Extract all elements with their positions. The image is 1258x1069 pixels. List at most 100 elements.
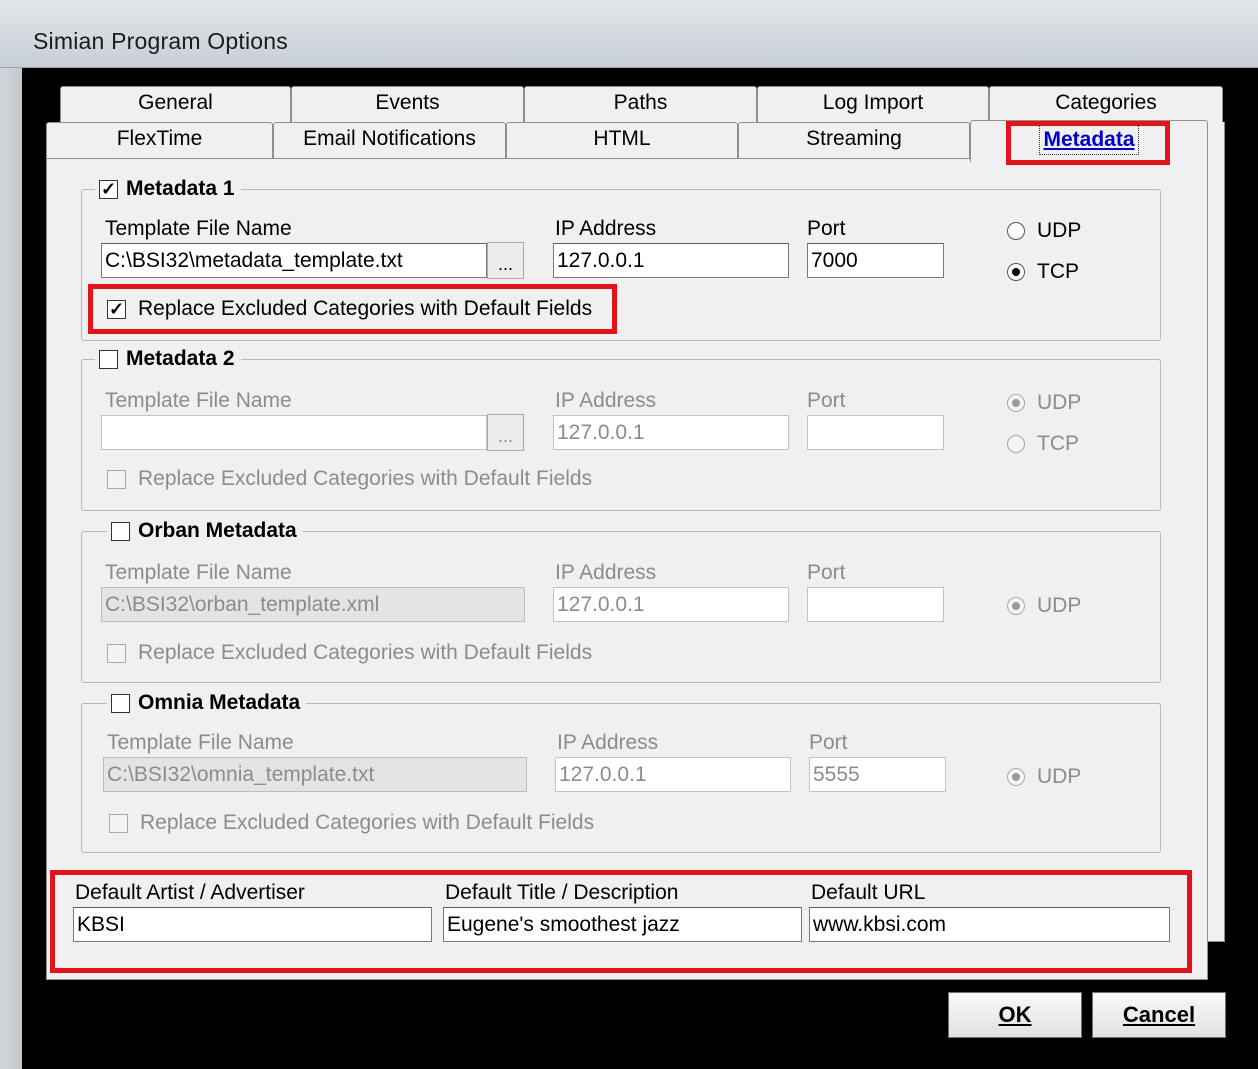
tab-label: Categories bbox=[1055, 91, 1157, 114]
radio-label: UDP bbox=[1037, 219, 1082, 242]
title-bar[interactable]: Simian Program Options bbox=[0, 0, 1258, 68]
metadata-2-replace-checkbox[interactable]: Replace Excluded Categories with Default… bbox=[107, 467, 592, 491]
radio-label: UDP bbox=[1037, 391, 1082, 414]
checkbox-icon: ✓ bbox=[107, 299, 126, 319]
metadata-2-template-field[interactable] bbox=[101, 415, 487, 450]
checkbox-icon bbox=[107, 469, 126, 489]
omnia-udp-radio[interactable]: UDP bbox=[1007, 765, 1081, 789]
tab-flextime[interactable]: FlexTime bbox=[46, 122, 273, 158]
default-artist-field[interactable]: KBSI bbox=[73, 907, 432, 942]
radio-label: UDP bbox=[1037, 765, 1082, 788]
orban-ip-field[interactable]: 127.0.0.1 bbox=[553, 587, 789, 622]
ip-label: IP Address bbox=[555, 389, 657, 412]
metadata-1-browse-button[interactable]: ... bbox=[487, 242, 524, 279]
radio-icon bbox=[1007, 394, 1025, 412]
template-label: Template File Name bbox=[107, 731, 294, 754]
tab-html[interactable]: HTML bbox=[506, 122, 738, 158]
tab-label: Events bbox=[375, 91, 440, 114]
group-title: Omnia Metadata bbox=[138, 691, 301, 714]
template-label: Template File Name bbox=[105, 389, 292, 412]
orban-port-field[interactable] bbox=[807, 587, 944, 622]
tab-email-notifications[interactable]: Email Notifications bbox=[273, 122, 506, 158]
radio-icon bbox=[1007, 263, 1025, 281]
tab-events[interactable]: Events bbox=[291, 86, 524, 122]
default-url-label: Default URL bbox=[811, 881, 926, 904]
orban-replace-checkbox[interactable]: Replace Excluded Categories with Default… bbox=[107, 641, 592, 665]
group-metadata-1-legend: ✓ Metadata 1 bbox=[95, 177, 241, 201]
checkbox-label: Replace Excluded Categories with Default… bbox=[138, 467, 593, 490]
checkbox-icon bbox=[107, 643, 126, 663]
default-title-field[interactable]: Eugene's smoothest jazz bbox=[443, 907, 802, 942]
metadata-1-ip-field[interactable]: 127.0.0.1 bbox=[553, 243, 789, 278]
radio-icon bbox=[1007, 768, 1025, 786]
metadata-1-udp-radio[interactable]: UDP bbox=[1007, 219, 1081, 243]
metadata-1-tcp-radio[interactable]: TCP bbox=[1007, 260, 1079, 284]
radio-icon bbox=[1007, 597, 1025, 615]
metadata-1-enable-checkbox[interactable]: ✓ bbox=[99, 179, 118, 199]
ip-label: IP Address bbox=[557, 731, 659, 754]
orban-enable-checkbox[interactable] bbox=[111, 521, 130, 541]
radio-icon bbox=[1007, 435, 1025, 453]
tab-categories[interactable]: Categories bbox=[989, 86, 1223, 122]
cancel-button[interactable]: Cancel bbox=[1092, 992, 1226, 1038]
omnia-port-field[interactable]: 5555 bbox=[809, 757, 946, 792]
metadata-2-udp-radio[interactable]: UDP bbox=[1007, 391, 1081, 415]
window-frame-left bbox=[0, 68, 22, 1069]
checkbox-label: Replace Excluded Categories with Default… bbox=[138, 297, 593, 320]
checkbox-label: Replace Excluded Categories with Default… bbox=[140, 811, 595, 834]
orban-template-field[interactable]: C:\BSI32\orban_template.xml bbox=[101, 587, 525, 622]
radio-label: UDP bbox=[1037, 594, 1082, 617]
group-title: Orban Metadata bbox=[138, 519, 297, 542]
tab-label: Log Import bbox=[822, 91, 924, 114]
tab-label: Streaming bbox=[806, 127, 902, 150]
tab-label: HTML bbox=[593, 127, 651, 150]
checkbox-label: Replace Excluded Categories with Default… bbox=[138, 641, 593, 664]
metadata-2-tcp-radio[interactable]: TCP bbox=[1007, 432, 1079, 456]
port-label: Port bbox=[807, 389, 846, 412]
tab-label: FlexTime bbox=[116, 127, 203, 150]
group-title: Metadata 1 bbox=[126, 177, 235, 200]
omnia-enable-checkbox[interactable] bbox=[111, 693, 130, 713]
port-label: Port bbox=[807, 217, 846, 240]
omnia-ip-field[interactable]: 127.0.0.1 bbox=[555, 757, 791, 792]
omnia-template-field[interactable]: C:\BSI32\omnia_template.txt bbox=[103, 757, 527, 792]
metadata-2-browse-button[interactable]: ... bbox=[487, 414, 524, 451]
tab-log-import[interactable]: Log Import bbox=[757, 86, 989, 122]
tab-general[interactable]: General bbox=[60, 86, 291, 122]
tab-label: General bbox=[138, 91, 213, 114]
tab-label-active: Metadata bbox=[1039, 125, 1139, 155]
ip-label: IP Address bbox=[555, 561, 657, 584]
default-url-field[interactable]: www.kbsi.com bbox=[809, 907, 1170, 942]
tab-streaming[interactable]: Streaming bbox=[738, 122, 970, 158]
checkbox-icon bbox=[109, 813, 128, 833]
tab-page-metadata: ✓ Metadata 1 Template File Name IP Addre… bbox=[46, 158, 1208, 980]
metadata-1-replace-checkbox[interactable]: ✓ Replace Excluded Categories with Defau… bbox=[107, 297, 592, 321]
tab-label: Email Notifications bbox=[303, 127, 476, 150]
tab-label: Paths bbox=[613, 91, 668, 114]
template-label: Template File Name bbox=[105, 217, 292, 240]
metadata-2-ip-field[interactable]: 127.0.0.1 bbox=[553, 415, 789, 450]
port-label: Port bbox=[807, 561, 846, 584]
tab-metadata[interactable]: Metadata bbox=[970, 120, 1208, 162]
group-metadata-2-legend: Metadata 2 bbox=[95, 347, 241, 371]
ok-button[interactable]: OK bbox=[948, 992, 1082, 1038]
group-omnia-legend: Omnia Metadata bbox=[107, 691, 307, 715]
metadata-2-port-field[interactable] bbox=[807, 415, 944, 450]
port-label: Port bbox=[809, 731, 848, 754]
radio-label: TCP bbox=[1037, 432, 1079, 455]
template-label: Template File Name bbox=[105, 561, 292, 584]
radio-icon bbox=[1007, 222, 1025, 240]
metadata-2-enable-checkbox[interactable] bbox=[99, 349, 118, 369]
radio-label: TCP bbox=[1037, 260, 1079, 283]
metadata-1-port-field[interactable]: 7000 bbox=[807, 243, 944, 278]
metadata-1-template-field[interactable]: C:\BSI32\metadata_template.txt bbox=[101, 243, 487, 278]
group-orban-legend: Orban Metadata bbox=[107, 519, 303, 543]
group-title: Metadata 2 bbox=[126, 347, 235, 370]
tab-paths[interactable]: Paths bbox=[524, 86, 757, 122]
ip-label: IP Address bbox=[555, 217, 657, 240]
default-artist-label: Default Artist / Advertiser bbox=[75, 881, 305, 904]
orban-udp-radio[interactable]: UDP bbox=[1007, 594, 1081, 618]
default-title-label: Default Title / Description bbox=[445, 881, 679, 904]
options-window: Simian Program Options General Events Pa… bbox=[0, 0, 1258, 1069]
omnia-replace-checkbox[interactable]: Replace Excluded Categories with Default… bbox=[109, 811, 594, 835]
